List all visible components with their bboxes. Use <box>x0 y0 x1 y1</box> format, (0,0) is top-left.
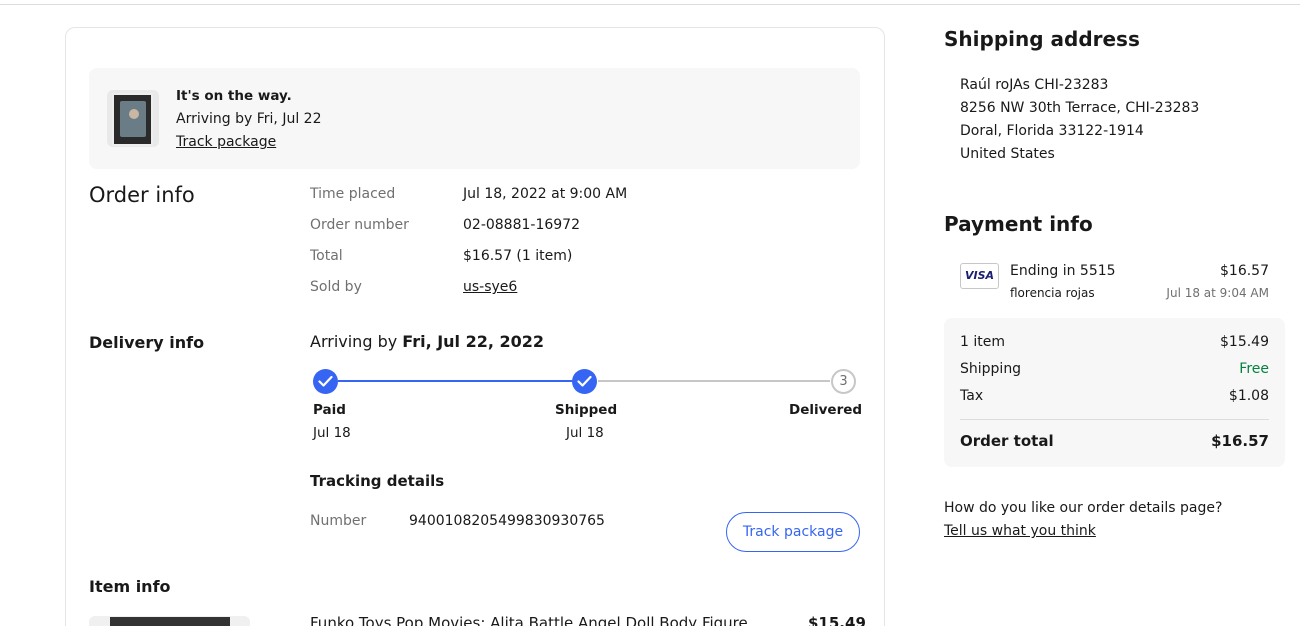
payment-date: Jul 18 at 9:04 AM <box>1166 286 1269 300</box>
arriving-prefix: Arriving by <box>310 332 398 351</box>
delivery-info-heading: Delivery info <box>89 333 205 352</box>
address-city: Doral, Florida 33122-1914 <box>960 123 1144 139</box>
track-package-button[interactable]: Track package <box>726 512 860 552</box>
order-info-heading: Order info <box>89 183 195 207</box>
address-name: Raúl roJAs CHI-23283 <box>960 77 1109 93</box>
seller-link[interactable]: us-sye6 <box>463 279 517 295</box>
summary-items-value: $15.49 <box>1220 334 1269 350</box>
progress-line-completed <box>338 380 574 382</box>
address-country: United States <box>960 146 1055 162</box>
summary-tax-value: $1.08 <box>1228 388 1269 404</box>
visa-card-icon: VISA <box>960 263 999 289</box>
step-shipped-date: Jul 18 <box>566 425 604 441</box>
summary-divider <box>960 419 1269 420</box>
arriving-estimate: Arriving by Fri, Jul 22 <box>176 111 322 127</box>
step-paid-label: Paid <box>313 402 346 418</box>
address-street: 8256 NW 30th Terrace, CHI-23283 <box>960 100 1200 116</box>
top-divider <box>0 4 1300 5</box>
step-paid-check-icon <box>313 369 338 394</box>
feedback-question: How do you like our order details page? <box>944 500 1223 516</box>
payment-info-heading: Payment info <box>944 212 1093 236</box>
step-shipped-check-icon <box>572 369 597 394</box>
shipping-address-heading: Shipping address <box>944 27 1140 51</box>
progress-line-pending <box>598 380 830 382</box>
summary-shipping-label: Shipping <box>960 361 1022 377</box>
arriving-date: Fri, Jul 22, 2022 <box>402 332 545 351</box>
item-info-heading: Item info <box>89 577 171 596</box>
delivery-arriving: Arriving by Fri, Jul 22, 2022 <box>310 332 544 351</box>
product-box-image <box>120 101 146 137</box>
card-ending: Ending in 5515 <box>1010 263 1116 279</box>
tracking-number-value: 9400108205499830930765 <box>409 513 605 529</box>
tracking-details-heading: Tracking details <box>310 472 445 490</box>
item-title-link[interactable]: Funko Toys Pop Movies: Alita Battle Ange… <box>310 614 748 626</box>
step-delivered-label: Delivered <box>789 402 863 418</box>
figure-head-icon <box>129 109 139 119</box>
step-delivered-number: 3 <box>831 369 856 394</box>
order-total-value: $16.57 <box>1211 432 1269 450</box>
total-label: Total <box>310 248 343 264</box>
summary-items-label: 1 item <box>960 334 1005 350</box>
order-number-label: Order number <box>310 217 409 233</box>
time-placed-value: Jul 18, 2022 at 9:00 AM <box>463 186 628 202</box>
summary-shipping-value: Free <box>1239 361 1269 377</box>
feedback-link[interactable]: Tell us what you think <box>944 523 1096 539</box>
banner-item-thumbnail[interactable] <box>112 93 153 146</box>
total-value: $16.57 (1 item) <box>463 248 573 264</box>
time-placed-label: Time placed <box>310 186 396 202</box>
tracking-number-label: Number <box>310 513 367 529</box>
step-shipped-label: Shipped <box>555 402 618 418</box>
item-price: $15.49 <box>808 614 866 626</box>
banner-track-package-link[interactable]: Track package <box>176 134 276 150</box>
item-thumbnail[interactable] <box>110 617 230 626</box>
card-holder: florencia rojas <box>1010 286 1095 300</box>
shipment-status: It's on the way. <box>176 88 292 104</box>
step-paid-date: Jul 18 <box>313 425 351 441</box>
order-total-label: Order total <box>960 432 1054 450</box>
summary-tax-label: Tax <box>960 388 984 404</box>
payment-amount: $16.57 <box>1220 263 1269 279</box>
sold-by-label: Sold by <box>310 279 362 295</box>
order-number-value: 02-08881-16972 <box>463 217 580 233</box>
